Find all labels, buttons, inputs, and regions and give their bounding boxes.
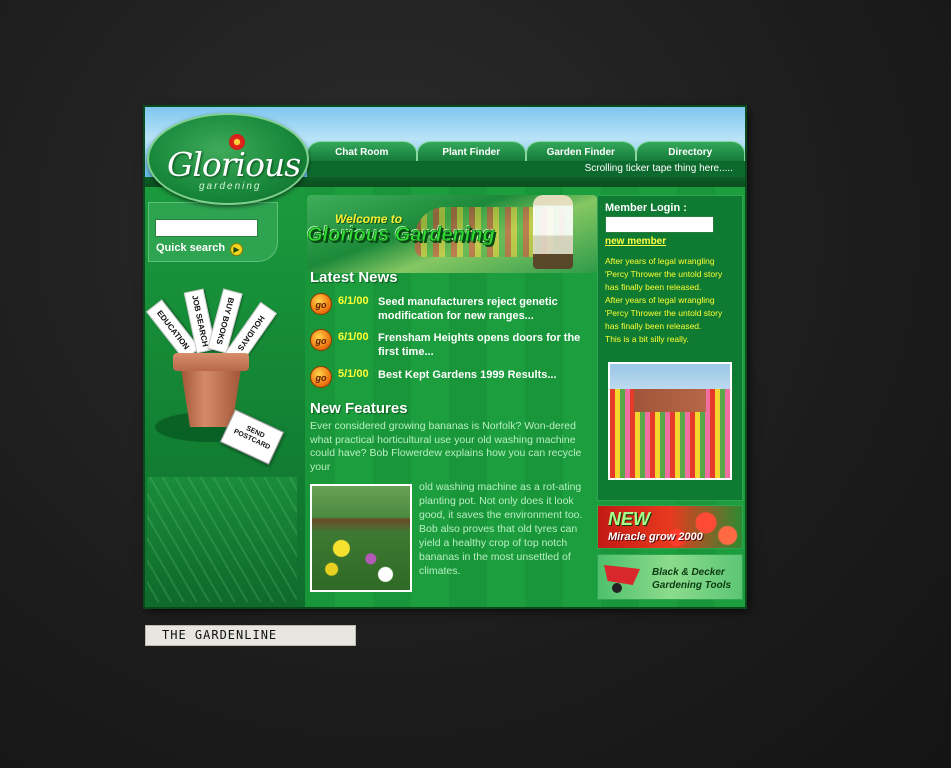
- ticker-line: After years of legal wrangling: [605, 295, 715, 305]
- promo-bd-text: Black & Decker Gardening Tools: [652, 567, 732, 591]
- tab-garden-finder[interactable]: Garden Finder: [526, 141, 636, 161]
- new-features-heading: New Features: [310, 400, 408, 417]
- wheelbarrow-icon: [604, 565, 640, 585]
- ticker-line: This is a bit silly really.: [605, 334, 689, 344]
- login-input[interactable]: [605, 216, 714, 233]
- feature-photo[interactable]: [310, 484, 412, 592]
- logo-subtitle: gardening: [199, 181, 262, 192]
- tab-directory[interactable]: Directory: [635, 141, 745, 161]
- news-item[interactable]: go 5/1/00 Best Kept Gardens 1999 Results…: [310, 366, 595, 400]
- news-headline[interactable]: Best Kept Gardens 1999 Results...: [378, 368, 583, 382]
- news-headline[interactable]: Frensham Heights opens doors for the fir…: [378, 331, 583, 359]
- tab-chat-room[interactable]: Chat Room: [307, 141, 417, 161]
- new-member-link[interactable]: new member: [605, 236, 666, 247]
- logo[interactable]: Glorious gardening: [147, 113, 309, 205]
- logo-title: Glorious: [167, 145, 301, 184]
- go-icon[interactable]: go: [310, 366, 332, 388]
- ticker-line: has finally been released.: [605, 321, 702, 331]
- garden-tools-decoration: [147, 477, 297, 602]
- news-item[interactable]: go 6/1/00 Frensham Heights opens doors f…: [310, 329, 595, 363]
- arrow-right-icon[interactable]: ▶: [230, 243, 243, 256]
- news-headline[interactable]: Seed manufacturers reject genetic modifi…: [378, 295, 583, 323]
- promo-new-subtitle: Miracle grow 2000: [608, 531, 703, 543]
- ticker-line: 'Percy Thrower the untold story: [605, 269, 723, 279]
- news-ticker-messages: After years of legal wrangling 'Percy Th…: [605, 255, 740, 346]
- black-decker-banner[interactable]: Black & Decker Gardening Tools: [597, 554, 743, 600]
- search-input[interactable]: [155, 219, 258, 237]
- member-login-heading: Member Login :: [605, 202, 687, 214]
- wheelbarrow-wheel-icon: [612, 583, 622, 593]
- welcome-title: Glorious Gardening: [307, 224, 495, 247]
- stately-garden-photo[interactable]: [608, 362, 732, 480]
- promo-new-title: NEW: [608, 509, 650, 529]
- ticker-tape: Scrolling ticker tape thing here.....: [307, 161, 745, 177]
- gardenline-caption: THE GARDENLINE: [145, 625, 356, 646]
- ticker-line: 'Percy Thrower the untold story: [605, 308, 723, 318]
- latest-news-heading: Latest News: [310, 269, 398, 286]
- news-date: 6/1/00: [338, 295, 369, 307]
- news-date: 6/1/00: [338, 331, 369, 343]
- miracle-grow-banner[interactable]: NEW Miracle grow 2000: [597, 505, 743, 549]
- tab-plant-finder[interactable]: Plant Finder: [416, 141, 526, 161]
- site-frame: Chat Room Plant Finder Garden Finder Dir…: [145, 107, 745, 607]
- flower-pot-rim: [173, 353, 249, 371]
- ticker-line: has finally been released.: [605, 282, 702, 292]
- features-intro: Ever considered growing bananas is Norfo…: [310, 420, 582, 473]
- go-icon[interactable]: go: [310, 293, 332, 315]
- features-body: old washing machine as a rot-ating plant…: [419, 481, 583, 577]
- news-item[interactable]: go 6/1/00 Seed manufacturers reject gene…: [310, 293, 595, 327]
- gardener-image: [533, 195, 573, 269]
- ticker-line: After years of legal wrangling: [605, 256, 715, 266]
- news-date: 5/1/00: [338, 368, 369, 380]
- main-nav: Chat Room Plant Finder Garden Finder Dir…: [307, 139, 745, 161]
- go-icon[interactable]: go: [310, 329, 332, 351]
- quick-search-button[interactable]: Quick search: [156, 242, 225, 254]
